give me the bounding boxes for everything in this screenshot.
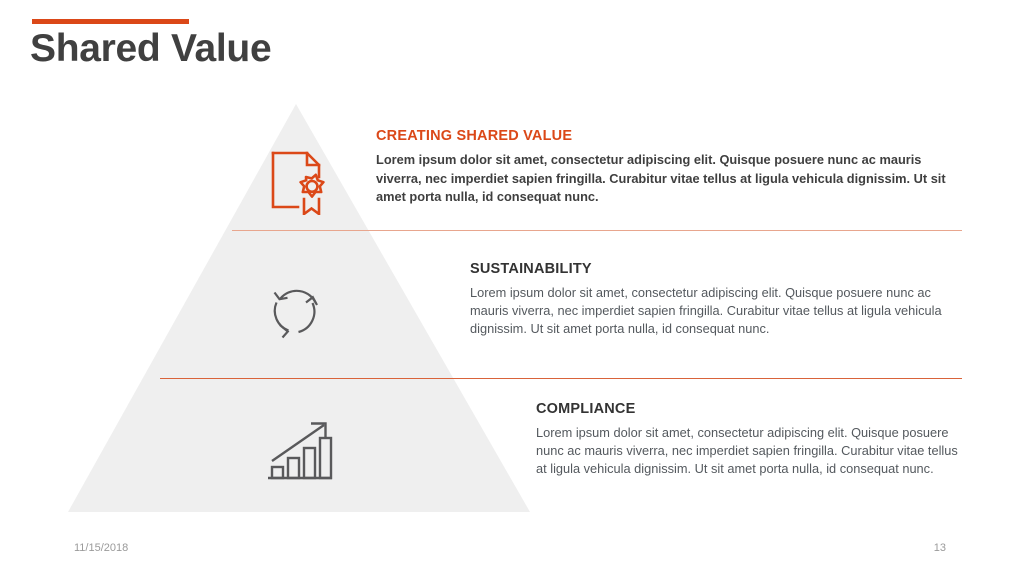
section-body: Lorem ipsum dolor sit amet, consectetur … <box>536 425 958 477</box>
section-body: Lorem ipsum dolor sit amet, consectetur … <box>470 285 942 337</box>
section-heading: CREATING SHARED VALUE <box>376 128 573 144</box>
section-text-block: COMPLIANCE Lorem ipsum dolor sit amet, c… <box>536 401 962 478</box>
section-divider-1 <box>232 230 962 231</box>
section-divider-2 <box>160 378 962 379</box>
section-heading: COMPLIANCE <box>536 401 636 417</box>
footer-date: 11/15/2018 <box>74 542 129 554</box>
footer-page-number: 13 <box>933 542 946 554</box>
title-accent-rule <box>32 19 189 24</box>
section-text-block: SUSTAINABILITY Lorem ipsum dolor sit ame… <box>470 261 962 338</box>
growth-bar-chart-icon <box>264 418 336 489</box>
section-text-block: CREATING SHARED VALUE Lorem ipsum dolor … <box>376 128 966 207</box>
section-heading: SUSTAINABILITY <box>470 261 592 277</box>
slide: Shared Value CREATING SHARED VALUE Lorem… <box>0 0 1020 577</box>
document-award-icon <box>266 147 334 220</box>
page-title: Shared Value <box>30 27 272 70</box>
recycle-arrows-icon <box>264 282 328 345</box>
section-body: Lorem ipsum dolor sit amet, consectetur … <box>376 152 946 205</box>
